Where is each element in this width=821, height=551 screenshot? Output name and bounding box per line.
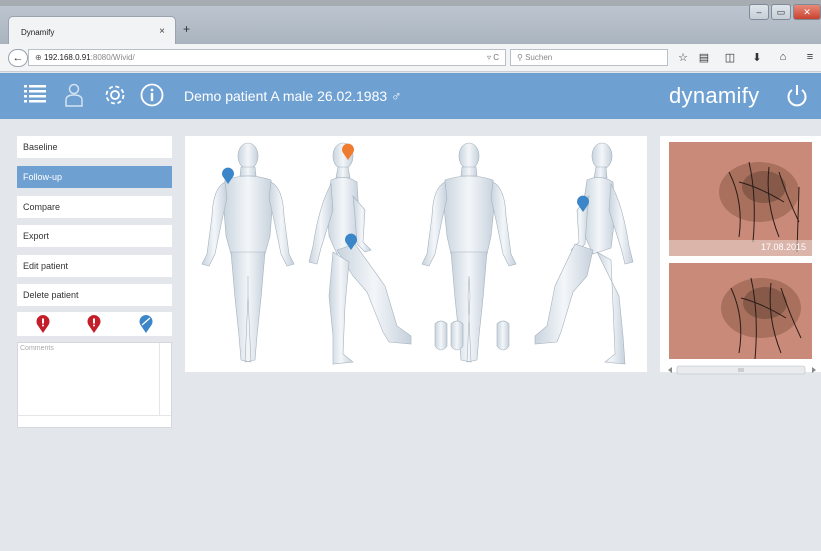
menu-follow-up[interactable]: Follow-up bbox=[17, 166, 172, 188]
menu-icon[interactable]: ≡ bbox=[803, 51, 817, 63]
pocket-icon[interactable]: ◫ bbox=[723, 51, 737, 64]
menu-export[interactable]: Export bbox=[17, 225, 172, 247]
minimize-button[interactable]: – bbox=[749, 4, 769, 20]
info-icon[interactable] bbox=[140, 83, 164, 107]
window-controls: – ▭ ✕ bbox=[749, 4, 821, 22]
comments-textarea[interactable]: Comments bbox=[17, 342, 172, 428]
image-panel-scrollbar[interactable] bbox=[667, 362, 817, 375]
body-map bbox=[201, 142, 634, 365]
image-date: 17.08.2015 bbox=[760, 242, 806, 252]
browser-navbar: ← ⊕ 192.168.0.91:8080/Wivid/ ▿ C ⚲ Suche… bbox=[0, 44, 821, 72]
user-icon[interactable] bbox=[65, 83, 83, 107]
menu-edit-patient[interactable]: Edit patient bbox=[17, 255, 172, 277]
menu-baseline[interactable]: Baseline bbox=[17, 136, 172, 158]
patient-info: Demo patient A male 26.02.1983 ♂ bbox=[184, 88, 402, 104]
figure-side-2[interactable] bbox=[534, 142, 634, 365]
search-input[interactable]: ⚲ Suchen bbox=[510, 49, 668, 66]
pin-filter-bar bbox=[17, 312, 172, 336]
tab-title: Dynamify bbox=[21, 28, 55, 37]
maximize-button[interactable]: ▭ bbox=[771, 4, 791, 20]
red-alert-pin-icon-2[interactable] bbox=[87, 315, 101, 334]
star-icon[interactable]: ☆ bbox=[676, 51, 690, 64]
app-header: Demo patient A male 26.02.1983 ♂ dynamif… bbox=[0, 73, 821, 119]
blue-split-pin-icon[interactable] bbox=[139, 315, 153, 334]
url-host: 192.168.0.91 bbox=[43, 53, 91, 62]
home-icon[interactable]: ⌂ bbox=[776, 51, 790, 63]
figure-front[interactable] bbox=[201, 142, 295, 363]
image-panel: 17.08.2015 bbox=[660, 136, 821, 372]
red-alert-pin-icon[interactable] bbox=[36, 315, 50, 334]
comments-placeholder: Comments bbox=[20, 345, 54, 352]
search-icon: ⚲ bbox=[517, 53, 526, 62]
scrollbar-track bbox=[668, 365, 816, 375]
comments-vertical-scrollbar[interactable] bbox=[159, 343, 171, 415]
dermoscopy-image-1[interactable]: 17.08.2015 bbox=[669, 142, 812, 256]
close-window-button[interactable]: ✕ bbox=[793, 4, 821, 20]
url-bar[interactable]: ⊕ 192.168.0.91:8080/Wivid/ ▿ C bbox=[28, 49, 506, 66]
figure-side[interactable] bbox=[308, 142, 412, 365]
settings-icon[interactable] bbox=[103, 83, 127, 107]
download-icon[interactable]: ⬇ bbox=[750, 51, 764, 64]
dermoscopy-picture-1 bbox=[669, 142, 812, 256]
brand-logo: dynamify bbox=[669, 83, 760, 108]
search-placeholder: Suchen bbox=[525, 53, 553, 62]
menu-compare[interactable]: Compare bbox=[17, 196, 172, 218]
reload-icon[interactable]: ▿ C bbox=[487, 50, 499, 65]
dermoscopy-picture-2 bbox=[669, 263, 812, 359]
menu-delete-patient[interactable]: Delete patient bbox=[17, 284, 172, 306]
power-icon[interactable] bbox=[786, 84, 808, 108]
site-info-icon[interactable]: ⊕ bbox=[35, 53, 44, 62]
app-window: Dynamify × + – ▭ ✕ ← ⊕ 192.168.0.91:8080… bbox=[0, 0, 821, 551]
reader-icon[interactable]: ▤ bbox=[697, 51, 711, 64]
body-map-panel[interactable] bbox=[185, 136, 647, 372]
list-icon[interactable] bbox=[24, 84, 46, 106]
browser-tab[interactable]: Dynamify × bbox=[8, 16, 176, 44]
tab-close-icon[interactable]: × bbox=[159, 26, 165, 37]
dermoscopy-image-2[interactable] bbox=[669, 263, 812, 359]
comments-horizontal-scrollbar[interactable] bbox=[18, 415, 171, 427]
url-path: :8080/Wivid/ bbox=[90, 53, 135, 62]
back-button[interactable]: ← bbox=[8, 49, 28, 67]
new-tab-button[interactable]: + bbox=[183, 22, 190, 36]
